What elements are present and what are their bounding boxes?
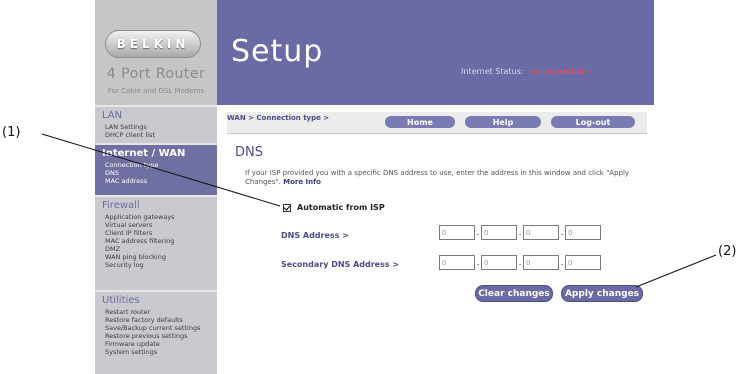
- callout-lines: [41, 133, 717, 288]
- callout-2: (2): [718, 244, 737, 259]
- screenshot: BELKIN 4 Port Router For Cable and DSL M…: [0, 0, 748, 374]
- callout-1: (1): [2, 125, 21, 140]
- callout-line-1: [41, 133, 281, 207]
- callout-line-2: [635, 254, 717, 288]
